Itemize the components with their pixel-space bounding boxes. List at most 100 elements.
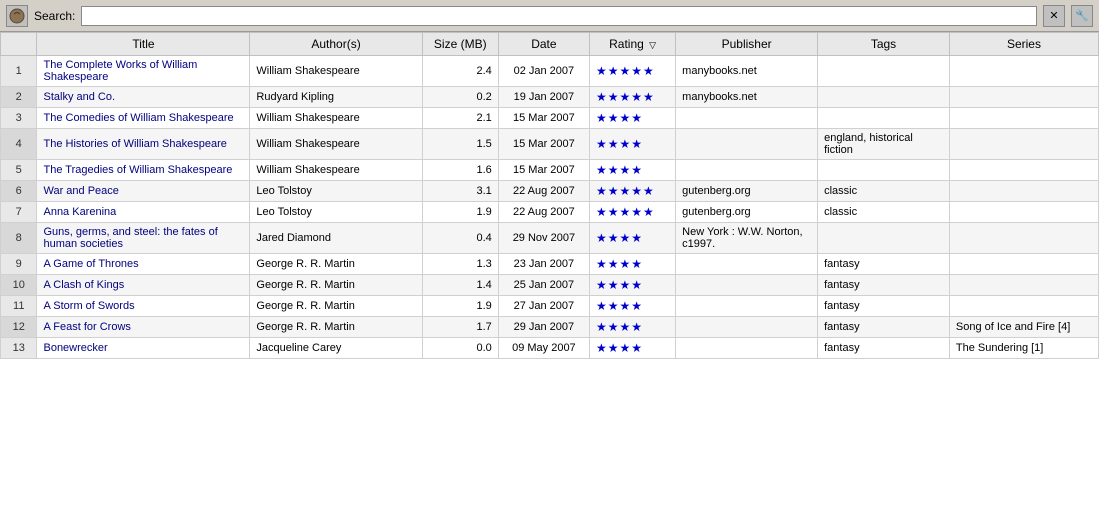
book-title[interactable]: The Complete Works of William Shakespear… <box>37 56 250 87</box>
star-rating: ★★★★ <box>596 341 643 355</box>
book-size: 1.4 <box>422 275 498 296</box>
book-title[interactable]: The Tragedies of William Shakespeare <box>37 160 250 181</box>
table-row[interactable]: 7Anna KareninaLeo Tolstoy1.922 Aug 2007★… <box>1 202 1099 223</box>
table-row[interactable]: 11A Storm of SwordsGeorge R. R. Martin1.… <box>1 296 1099 317</box>
col-header-series[interactable]: Series <box>949 33 1098 56</box>
book-series <box>949 108 1098 129</box>
row-number: 10 <box>1 275 37 296</box>
table-row[interactable]: 9A Game of ThronesGeorge R. R. Martin1.3… <box>1 254 1099 275</box>
book-rating[interactable]: ★★★★★ <box>590 87 676 108</box>
book-publisher: manybooks.net <box>676 87 818 108</box>
row-number: 2 <box>1 87 37 108</box>
book-rating[interactable]: ★★★★ <box>590 296 676 317</box>
col-header-publisher[interactable]: Publisher <box>676 33 818 56</box>
table-row[interactable]: 13BonewreckerJacqueline Carey0.009 May 2… <box>1 338 1099 359</box>
book-publisher: gutenberg.org <box>676 202 818 223</box>
book-size: 1.7 <box>422 317 498 338</box>
book-tags <box>818 223 950 254</box>
book-title[interactable]: Stalky and Co. <box>37 87 250 108</box>
book-rating[interactable]: ★★★★ <box>590 254 676 275</box>
book-title[interactable]: A Clash of Kings <box>37 275 250 296</box>
star-rating: ★★★★ <box>596 278 643 292</box>
rating-sort-icon: ▽ <box>649 40 656 50</box>
toolbar: Search: ✕ 🔧 <box>0 0 1099 32</box>
table-row[interactable]: 10A Clash of KingsGeorge R. R. Martin1.4… <box>1 275 1099 296</box>
col-header-title[interactable]: Title <box>37 33 250 56</box>
book-title[interactable]: Guns, germs, and steel: the fates of hum… <box>37 223 250 254</box>
book-series <box>949 296 1098 317</box>
table-row[interactable]: 12A Feast for CrowsGeorge R. R. Martin1.… <box>1 317 1099 338</box>
preferences-button[interactable]: 🔧 <box>1071 5 1093 27</box>
book-publisher <box>676 108 818 129</box>
book-rating[interactable]: ★★★★★ <box>590 202 676 223</box>
row-number: 7 <box>1 202 37 223</box>
book-tags: classic <box>818 181 950 202</box>
col-header-rating[interactable]: Rating ▽ <box>590 33 676 56</box>
book-rating[interactable]: ★★★★ <box>590 317 676 338</box>
book-series <box>949 56 1098 87</box>
book-title[interactable]: A Feast for Crows <box>37 317 250 338</box>
book-publisher: New York : W.W. Norton, c1997. <box>676 223 818 254</box>
book-tags <box>818 160 950 181</box>
app-icon[interactable] <box>6 5 28 27</box>
search-label: Search: <box>34 9 75 23</box>
book-date: 02 Jan 2007 <box>498 56 589 87</box>
book-tags: fantasy <box>818 254 950 275</box>
table-row[interactable]: 2Stalky and Co.Rudyard Kipling0.219 Jan … <box>1 87 1099 108</box>
book-rating[interactable]: ★★★★ <box>590 129 676 160</box>
book-title[interactable]: A Storm of Swords <box>37 296 250 317</box>
table-row[interactable]: 4The Histories of William ShakespeareWil… <box>1 129 1099 160</box>
book-rating[interactable]: ★★★★★ <box>590 181 676 202</box>
book-author: Leo Tolstoy <box>250 181 422 202</box>
book-size: 0.0 <box>422 338 498 359</box>
book-date: 22 Aug 2007 <box>498 202 589 223</box>
book-size: 1.3 <box>422 254 498 275</box>
book-rating[interactable]: ★★★★ <box>590 338 676 359</box>
book-tags: fantasy <box>818 338 950 359</box>
book-date: 19 Jan 2007 <box>498 87 589 108</box>
book-series <box>949 275 1098 296</box>
book-title[interactable]: War and Peace <box>37 181 250 202</box>
book-series: Song of Ice and Fire [4] <box>949 317 1098 338</box>
col-header-size[interactable]: Size (MB) <box>422 33 498 56</box>
book-rating[interactable]: ★★★★ <box>590 223 676 254</box>
col-header-authors[interactable]: Author(s) <box>250 33 422 56</box>
book-size: 1.6 <box>422 160 498 181</box>
row-number: 13 <box>1 338 37 359</box>
col-header-tags[interactable]: Tags <box>818 33 950 56</box>
book-series <box>949 254 1098 275</box>
book-date: 29 Jan 2007 <box>498 317 589 338</box>
book-title[interactable]: The Histories of William Shakespeare <box>37 129 250 160</box>
book-rating[interactable]: ★★★★ <box>590 275 676 296</box>
book-title[interactable]: Anna Karenina <box>37 202 250 223</box>
col-header-date[interactable]: Date <box>498 33 589 56</box>
book-author: George R. R. Martin <box>250 275 422 296</box>
book-rating[interactable]: ★★★★★ <box>590 56 676 87</box>
table-header-row: Title Author(s) Size (MB) Date Rating ▽ … <box>1 33 1099 56</box>
book-title[interactable]: A Game of Thrones <box>37 254 250 275</box>
table-row[interactable]: 1The Complete Works of William Shakespea… <box>1 56 1099 87</box>
book-series <box>949 160 1098 181</box>
row-number: 5 <box>1 160 37 181</box>
book-rating[interactable]: ★★★★ <box>590 160 676 181</box>
star-rating: ★★★★ <box>596 137 643 151</box>
book-date: 15 Mar 2007 <box>498 108 589 129</box>
star-rating: ★★★★★ <box>596 184 655 198</box>
table-row[interactable]: 8Guns, germs, and steel: the fates of hu… <box>1 223 1099 254</box>
book-author: William Shakespeare <box>250 129 422 160</box>
table-row[interactable]: 3The Comedies of William ShakespeareWill… <box>1 108 1099 129</box>
table-row[interactable]: 6War and PeaceLeo Tolstoy3.122 Aug 2007★… <box>1 181 1099 202</box>
book-title[interactable]: Bonewrecker <box>37 338 250 359</box>
star-rating: ★★★★ <box>596 257 643 271</box>
table-row[interactable]: 5The Tragedies of William ShakespeareWil… <box>1 160 1099 181</box>
book-tags <box>818 87 950 108</box>
col-header-num <box>1 33 37 56</box>
clear-search-button[interactable]: ✕ <box>1043 5 1065 27</box>
book-size: 2.1 <box>422 108 498 129</box>
book-date: 15 Mar 2007 <box>498 129 589 160</box>
book-size: 3.1 <box>422 181 498 202</box>
search-input[interactable] <box>81 6 1037 26</box>
star-rating: ★★★★ <box>596 163 643 177</box>
book-title[interactable]: The Comedies of William Shakespeare <box>37 108 250 129</box>
book-rating[interactable]: ★★★★ <box>590 108 676 129</box>
